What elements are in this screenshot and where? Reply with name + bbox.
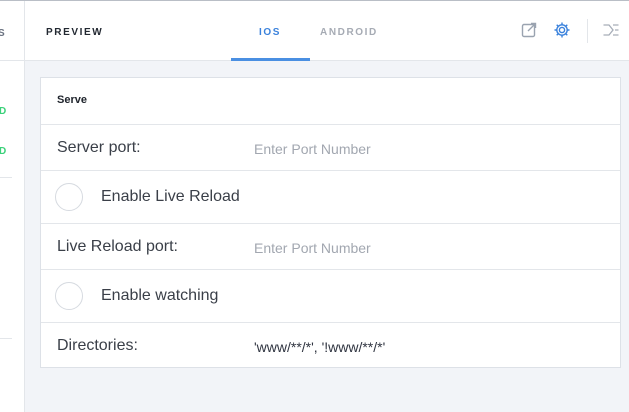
live-reload-toggle[interactable] <box>55 183 83 211</box>
tab-ios[interactable]: IOS <box>259 27 281 38</box>
sidebar-status-item[interactable]: D <box>0 106 7 117</box>
serve-settings-panel: Serve Server port: Enable Live Reload Li… <box>40 77 621 368</box>
gear-icon[interactable] <box>553 21 571 39</box>
header-divider <box>587 19 588 43</box>
live-reload-label: Enable Live Reload <box>101 188 240 205</box>
left-sidebar-panel: S D D <box>0 1 25 412</box>
live-reload-port-label: Live Reload port: <box>57 238 178 255</box>
watching-toggle[interactable] <box>55 282 83 310</box>
server-port-row: Server port: <box>41 125 620 171</box>
sidebar-status-item[interactable]: D <box>0 146 7 157</box>
watching-label: Enable watching <box>101 287 219 304</box>
page-title: PREVIEW <box>46 27 104 38</box>
active-tab-indicator <box>231 58 310 61</box>
preview-header: PREVIEW IOS ANDROID <box>25 1 629 61</box>
serve-section-header: Serve <box>41 78 620 125</box>
tab-android[interactable]: ANDROID <box>320 27 378 38</box>
live-reload-port-input[interactable] <box>254 237 584 259</box>
left-sidebar-header: S <box>0 1 25 61</box>
section-title: Serve <box>57 94 87 106</box>
watching-row: Enable watching <box>41 270 620 323</box>
server-port-label: Server port: <box>57 139 141 156</box>
live-reload-port-row: Live Reload port: <box>41 224 620 270</box>
server-port-input[interactable] <box>254 138 584 160</box>
directories-value[interactable]: 'www/**/*', '!www/**/*' <box>254 339 385 355</box>
left-sidebar-header-text: S <box>0 28 5 39</box>
open-external-icon[interactable] <box>520 21 538 39</box>
directories-label: Directories: <box>57 337 138 354</box>
sidebar-divider <box>0 177 12 178</box>
sidebar-divider <box>0 338 12 339</box>
directories-row: Directories: 'www/**/*', '!www/**/*' <box>41 323 620 367</box>
collapse-panel-icon[interactable] <box>602 21 620 39</box>
live-reload-row: Enable Live Reload <box>41 171 620 224</box>
